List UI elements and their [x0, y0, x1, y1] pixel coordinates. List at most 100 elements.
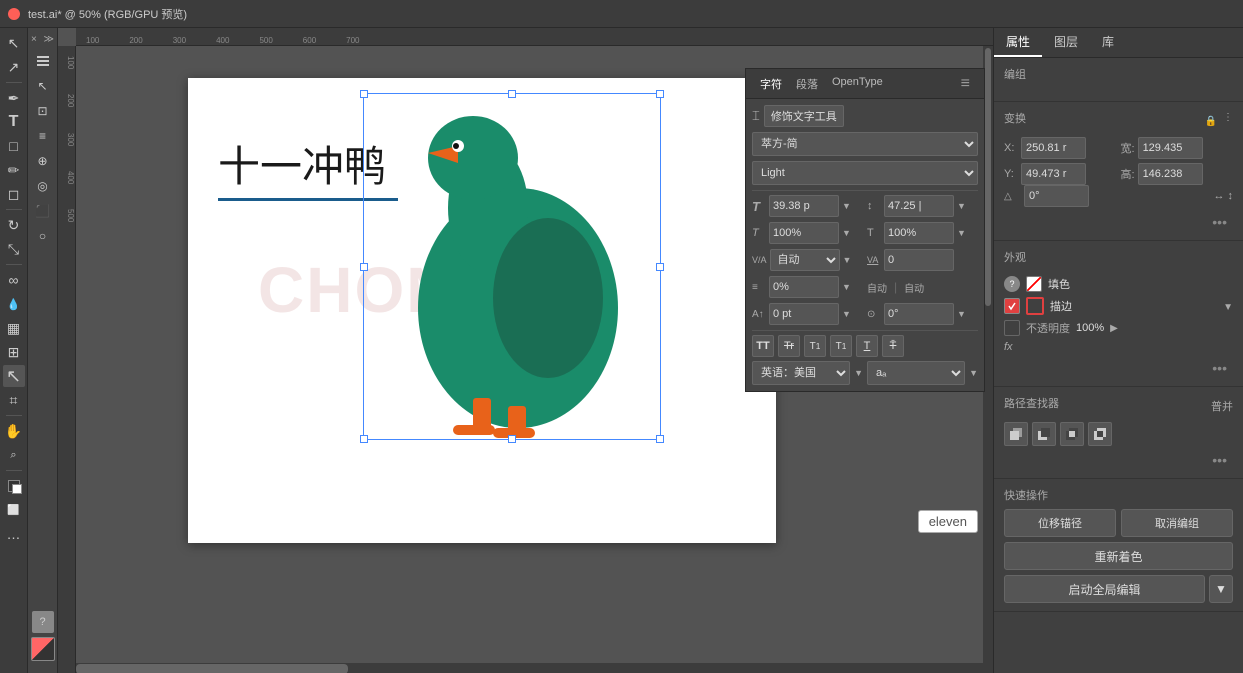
y-input[interactable] [1021, 163, 1086, 185]
anti-alias-select[interactable]: aₐ [867, 361, 965, 385]
panel-close-icon[interactable]: × [31, 34, 37, 45]
scale-v-input[interactable] [884, 222, 954, 244]
kerning-dropdown[interactable]: ▼ [843, 255, 852, 265]
flip-v-icon[interactable]: ↕ [1228, 190, 1234, 202]
h-input[interactable] [1138, 163, 1203, 185]
indent-input[interactable] [769, 276, 839, 298]
tool-hand[interactable]: ✋ [3, 420, 25, 442]
rotation-input[interactable] [884, 303, 954, 325]
pathfinder-more[interactable]: ••• [1004, 450, 1233, 470]
transform-more[interactable]: ••• [1004, 212, 1233, 232]
font-style-select[interactable]: Light [752, 161, 978, 185]
btn-global-edit[interactable]: 启动全局编辑 [1004, 575, 1205, 603]
rotation-dropdown[interactable]: ▼ [957, 309, 966, 319]
opacity-checkbox-empty[interactable] [1004, 320, 1020, 336]
lang-dropdown[interactable]: ▼ [854, 368, 863, 378]
tool-fill-stroke[interactable] [3, 475, 25, 497]
tool-warp[interactable]: ⌗ [3, 389, 25, 411]
tab-opentype[interactable]: OpenType [826, 76, 889, 92]
fill-swatch[interactable] [1026, 276, 1042, 292]
w-input[interactable] [1138, 137, 1203, 159]
style-tr-btn[interactable]: Tr [778, 335, 800, 357]
stroke-expand-icon[interactable]: ▼ [1223, 299, 1233, 313]
aa-dropdown[interactable]: ▼ [969, 368, 978, 378]
tool-scale[interactable]: ⤡ [3, 238, 25, 260]
align-icon[interactable]: ≡ [32, 125, 54, 147]
tool-select[interactable]: ↖ [3, 32, 25, 54]
pathfinder-icon[interactable]: ⊕ [32, 150, 54, 172]
tab-paragraph[interactable]: 段落 [790, 76, 824, 92]
tool-rotate[interactable]: ↻ [3, 214, 25, 236]
scale-h-dropdown[interactable]: ▼ [842, 228, 851, 238]
scale-h-input[interactable] [769, 222, 839, 244]
baseline-dropdown[interactable]: ▼ [842, 309, 851, 319]
flip-h-icon[interactable]: ↔ [1214, 190, 1225, 202]
scale-v-dropdown[interactable]: ▼ [957, 228, 966, 238]
fill-question-icon[interactable]: ? [1004, 276, 1020, 292]
font-size-input[interactable] [769, 195, 839, 217]
global-edit-dropdown[interactable]: ▼ [1209, 575, 1233, 603]
leading-dropdown[interactable]: ▼ [957, 201, 966, 211]
btn-offset-path[interactable]: 位移锚径 [1004, 509, 1116, 537]
tracking-input[interactable] [884, 249, 954, 271]
char-panel-menu[interactable]: ≡ [955, 73, 976, 95]
kerning-select[interactable]: 自动 [770, 249, 840, 271]
tool-zoom[interactable]: ⌕ [3, 444, 25, 466]
tool-direct-select[interactable]: ↗ [3, 56, 25, 78]
fill-stroke-indicator[interactable] [31, 637, 55, 661]
tool-blend[interactable]: ∞ [3, 269, 25, 291]
cursor-tool-icon[interactable]: ↖ [32, 75, 54, 97]
tool-text[interactable]: T [3, 111, 25, 133]
tool-pencil[interactable]: ✏ [3, 159, 25, 181]
pathfinder-more-btn[interactable]: 普并 [1211, 398, 1233, 414]
appearance2-icon[interactable]: ◎ [32, 175, 54, 197]
x-input[interactable] [1021, 137, 1086, 159]
style-tt-btn[interactable]: TT [752, 335, 774, 357]
font-size-dropdown[interactable]: ▼ [842, 201, 851, 211]
tool-shape[interactable]: □ [3, 135, 25, 157]
style-tsub-btn[interactable]: T1 [830, 335, 852, 357]
stroke-swatch[interactable] [1026, 297, 1044, 315]
style-ts-btn[interactable]: T̄ [882, 335, 904, 357]
tool-eraser[interactable]: ◻ [3, 183, 25, 205]
tool-cursor[interactable]: ↖ [3, 365, 25, 387]
pf-intersect[interactable] [1060, 422, 1084, 446]
transform-icon[interactable]: ⊡ [32, 100, 54, 122]
font-family-select[interactable]: 萃方-简 [752, 132, 978, 156]
baseline-input[interactable] [769, 303, 839, 325]
style-tu-btn[interactable]: T [856, 335, 878, 357]
angle-input[interactable] [1024, 185, 1089, 207]
stroke-icon[interactable]: ○ [32, 225, 54, 247]
pf-minus[interactable] [1032, 422, 1056, 446]
more-transform-icon[interactable]: ⋮ [1223, 112, 1233, 130]
tool-screen-mode[interactable]: ⬜ [3, 499, 25, 521]
question-icon[interactable]: ? [32, 611, 54, 633]
leading-input[interactable] [884, 195, 954, 217]
pf-unite[interactable] [1004, 422, 1028, 446]
close-button[interactable] [8, 8, 20, 20]
style-tsup-btn[interactable]: T1 [804, 335, 826, 357]
appearance-more[interactable]: ••• [1004, 358, 1233, 378]
lock-proportions-icon[interactable]: 🔒 [1202, 112, 1220, 130]
stroke-checkbox[interactable] [1004, 298, 1020, 314]
pf-exclude[interactable] [1088, 422, 1112, 446]
tool-pen[interactable]: ✒ [3, 87, 25, 109]
swatch-icon[interactable]: ⬛ [32, 200, 54, 222]
language-select[interactable]: 英语：美国 [752, 361, 850, 385]
tab-properties[interactable]: 属性 [994, 28, 1042, 57]
layers-icon[interactable] [32, 50, 54, 72]
tab-library[interactable]: 库 [1090, 28, 1126, 57]
tab-layers[interactable]: 图层 [1042, 28, 1090, 57]
scroll-horizontal[interactable] [76, 663, 983, 673]
panel-expand-icon[interactable]: ≫ [44, 34, 54, 45]
tool-eyedropper[interactable]: 💧 [3, 293, 25, 315]
tool-more[interactable]: … [3, 523, 25, 545]
indent-dropdown[interactable]: ▼ [842, 282, 851, 292]
btn-recolor[interactable]: 重新着色 [1004, 542, 1233, 570]
btn-ungroup[interactable]: 取消编组 [1121, 509, 1233, 537]
tool-mesh[interactable]: ⊞ [3, 341, 25, 363]
tool-gradient[interactable]: ▦ [3, 317, 25, 339]
opacity-expand[interactable]: ▶ [1110, 323, 1118, 334]
touch-type-tool-btn[interactable]: 修饰文字工具 [764, 105, 844, 127]
tab-character[interactable]: 字符 [754, 76, 788, 92]
